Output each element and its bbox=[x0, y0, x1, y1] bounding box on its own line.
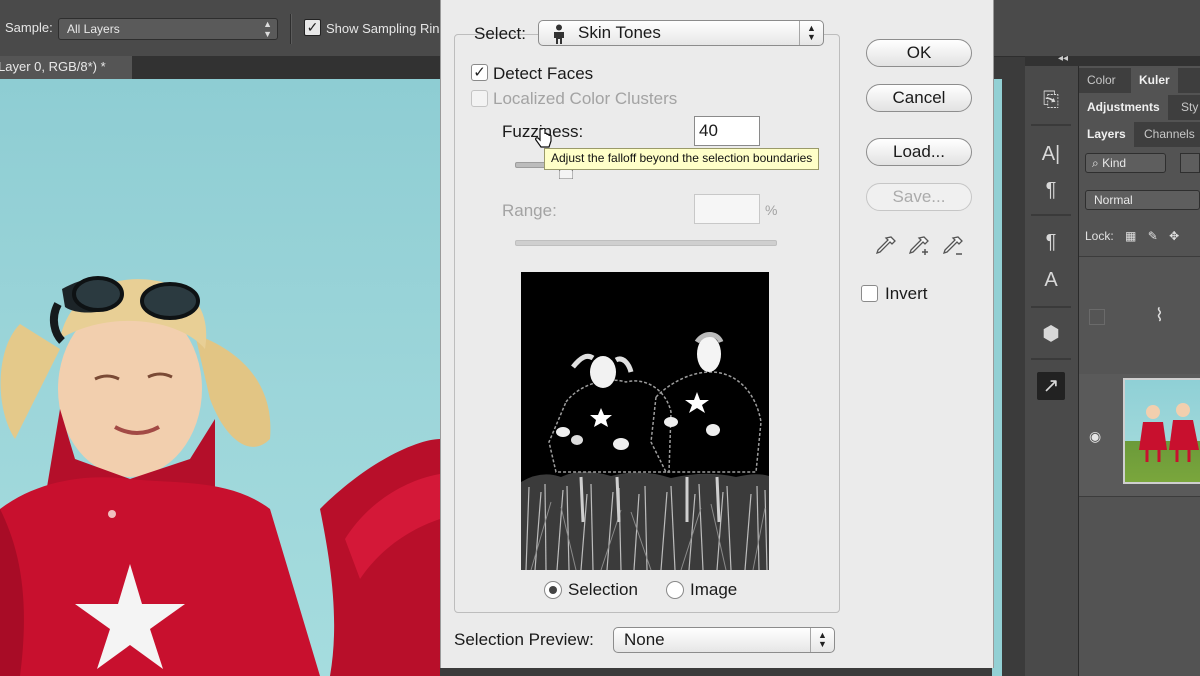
properties-icon[interactable]: ↗ bbox=[1037, 372, 1065, 400]
panel-tabs-adjustments: Adjustments Sty bbox=[1079, 95, 1200, 120]
document-tab-title: Layer 0, RGB/8*) * bbox=[0, 59, 106, 74]
lock-transparent-icon[interactable]: ▦ bbox=[1125, 229, 1136, 243]
lock-position-icon[interactable]: ✥ bbox=[1169, 229, 1179, 243]
select-popup-value: Skin Tones bbox=[578, 23, 661, 42]
curves-adjustment-icon: ⌇ bbox=[1155, 305, 1164, 325]
selection-preview-label: Selection Preview: bbox=[454, 630, 594, 649]
stepper-arrows-icon: ▲ ▼ bbox=[810, 628, 834, 652]
localized-clusters-checkbox[interactable] bbox=[471, 90, 488, 107]
lock-row: Lock: ▦ ✎ ✥ bbox=[1085, 229, 1179, 243]
collapse-panels-icon[interactable]: ◂◂ bbox=[1058, 53, 1068, 64]
paragraph-styles-icon[interactable]: ¶ bbox=[1037, 228, 1065, 256]
character-styles-icon[interactable]: A bbox=[1037, 266, 1065, 294]
select-popup[interactable]: Skin Tones ▲ ▼ bbox=[538, 20, 824, 46]
range-label: Range: bbox=[502, 201, 557, 220]
stepper-arrows-icon: ▲ ▼ bbox=[263, 19, 272, 39]
photo-girl-in-superhero-cape bbox=[0, 276, 440, 676]
panel-icon-strip: ⎘ A| ¶ ¶ A ⬢ ↗ bbox=[1025, 66, 1079, 676]
tab-styles[interactable]: Sty bbox=[1173, 95, 1200, 120]
lock-label: Lock: bbox=[1085, 229, 1114, 243]
color-range-dialog: Select: Skin Tones ▲ ▼ ✓ Detect Faces Loc… bbox=[440, 0, 994, 668]
range-input[interactable] bbox=[694, 194, 760, 224]
tooltip: Adjust the falloff beyond the selection … bbox=[544, 148, 820, 170]
panel-dock-header bbox=[1025, 56, 1200, 66]
save-button[interactable]: Save... bbox=[866, 183, 972, 211]
load-button[interactable]: Load... bbox=[866, 138, 972, 166]
panel-tabs-layers: Layers Channels bbox=[1079, 122, 1200, 147]
range-unit: % bbox=[765, 202, 778, 218]
cancel-button[interactable]: Cancel bbox=[866, 84, 972, 112]
document-canvas[interactable] bbox=[0, 79, 440, 676]
eyedropper-minus-icon[interactable] bbox=[942, 235, 964, 264]
detect-faces-checkbox[interactable]: ✓ bbox=[471, 64, 488, 81]
invert-label: Invert bbox=[885, 284, 928, 303]
tab-color[interactable]: Color bbox=[1079, 68, 1124, 93]
invert-checkbox[interactable] bbox=[861, 285, 878, 302]
fuzziness-input[interactable]: 40 bbox=[694, 116, 760, 146]
eyedropper-plus-icon[interactable] bbox=[908, 235, 930, 264]
detect-faces-label: Detect Faces bbox=[493, 64, 594, 83]
sample-select[interactable]: All Layers ▲ ▼ bbox=[58, 18, 278, 40]
sample-select-value: All Layers bbox=[67, 22, 120, 36]
search-icon: ⌕ bbox=[1092, 156, 1103, 170]
person-icon bbox=[552, 24, 566, 52]
kind-label: Kind bbox=[1102, 156, 1127, 170]
tab-kuler[interactable]: Kuler bbox=[1131, 68, 1178, 93]
show-sampling-ring-label: Show Sampling Ring bbox=[326, 21, 447, 36]
document-tab-bar: Layer 0, RGB/8*) * bbox=[0, 56, 440, 79]
layer-row-photo[interactable]: ◉ bbox=[1079, 374, 1200, 497]
range-slider-track[interactable] bbox=[515, 240, 777, 246]
selection-preview-popup[interactable]: None ▲ ▼ bbox=[613, 627, 835, 653]
lock-pixels-icon[interactable]: ✎ bbox=[1148, 229, 1158, 243]
layers-panel-group: Color Kuler Adjustments Sty Layers Chann… bbox=[1079, 66, 1200, 676]
character-icon[interactable]: A| bbox=[1037, 140, 1065, 168]
blend-mode-select[interactable]: Normal bbox=[1085, 190, 1200, 210]
localized-clusters-label: Localized Color Clusters bbox=[493, 89, 678, 108]
tab-layers[interactable]: Layers bbox=[1079, 122, 1134, 147]
panel-tabs-color: Color Kuler bbox=[1079, 68, 1200, 93]
tab-adjustments[interactable]: Adjustments bbox=[1079, 95, 1168, 120]
ok-button[interactable]: OK bbox=[866, 39, 972, 67]
preview-selection-radio[interactable] bbox=[544, 581, 562, 599]
paragraph-icon[interactable]: ¶ bbox=[1037, 176, 1065, 204]
history-icon[interactable]: ⎘ bbox=[1037, 86, 1065, 114]
sample-label: Sample: bbox=[5, 20, 53, 35]
selection-preview-value: None bbox=[624, 630, 665, 649]
mask-preview bbox=[521, 272, 769, 571]
selection-preview-image bbox=[521, 272, 769, 571]
tab-channels[interactable]: Channels bbox=[1136, 122, 1200, 147]
preview-image-radio[interactable] bbox=[666, 581, 684, 599]
show-sampling-ring-checkbox[interactable]: ✓ bbox=[304, 19, 321, 36]
layer-thumbnail bbox=[1123, 378, 1200, 484]
visibility-toggle-empty[interactable] bbox=[1089, 309, 1105, 325]
document-tab[interactable]: Layer 0, RGB/8*) * bbox=[0, 56, 132, 79]
toolbar-divider bbox=[290, 14, 292, 44]
stepper-arrows-icon: ▲ ▼ bbox=[799, 21, 823, 45]
filter-by-image-icon[interactable] bbox=[1180, 153, 1200, 173]
eye-icon[interactable]: ◉ bbox=[1089, 428, 1101, 445]
3d-icon[interactable]: ⬢ bbox=[1037, 320, 1065, 348]
preview-selection-label: Selection bbox=[568, 580, 638, 599]
select-label: Select: bbox=[474, 24, 526, 43]
layer-filter-select[interactable]: ⌕ Kind bbox=[1085, 153, 1166, 173]
eyedropper-icon[interactable] bbox=[875, 235, 897, 264]
layer-row-adjustment[interactable]: ⌇ bbox=[1079, 256, 1200, 376]
preview-image-label: Image bbox=[690, 580, 738, 599]
